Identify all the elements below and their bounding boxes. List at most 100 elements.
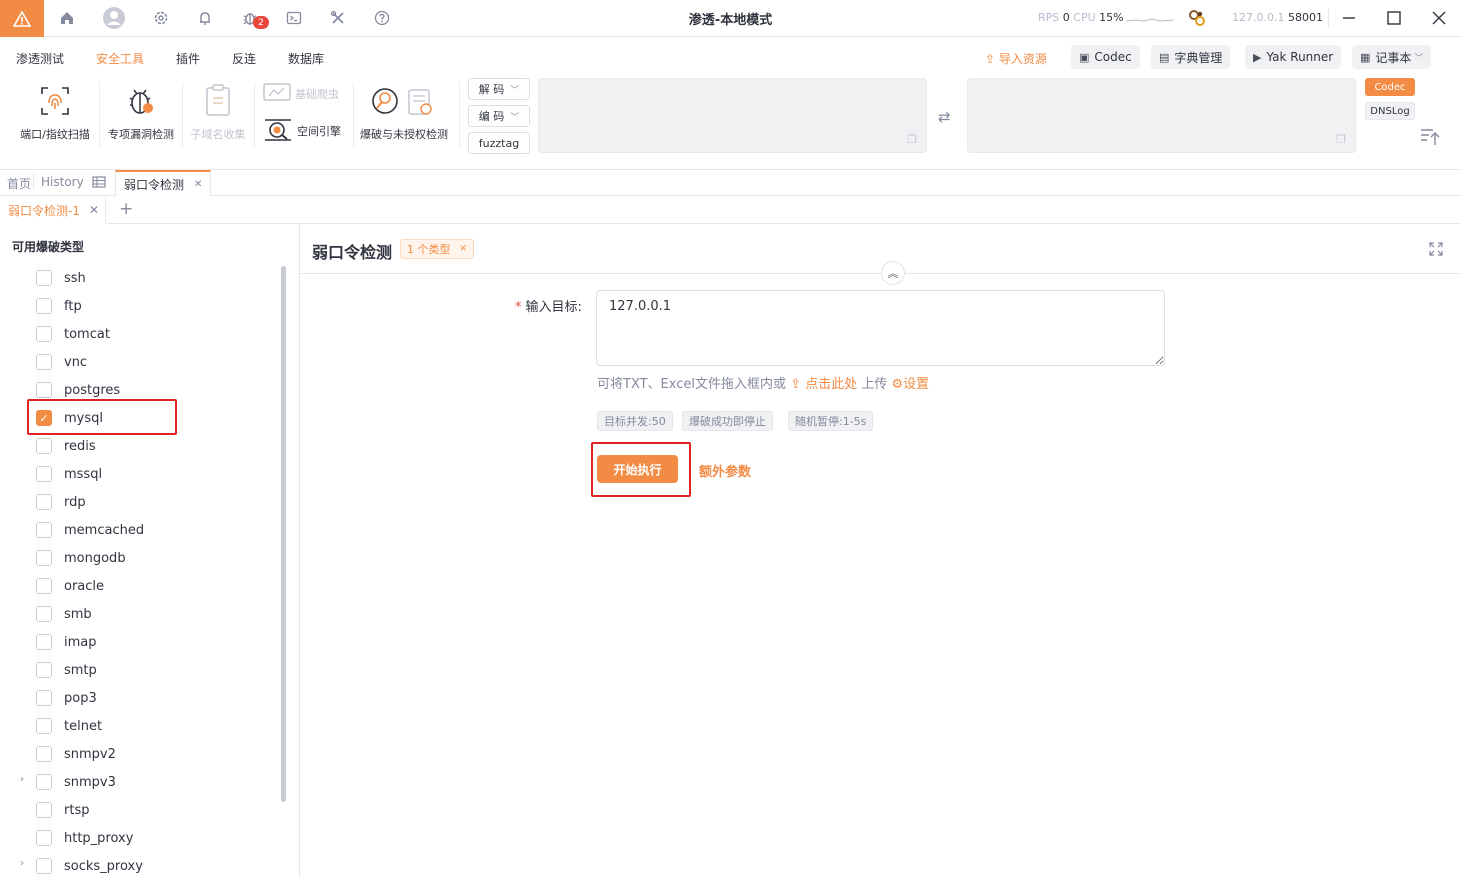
checkbox[interactable] (36, 774, 52, 790)
add-tab-icon[interactable]: + (119, 199, 133, 219)
side-codec-button[interactable]: Codec (1365, 78, 1415, 96)
help-icon[interactable] (370, 6, 394, 30)
menu-item-security-tools[interactable]: 安全工具 (96, 50, 144, 67)
type-item-imap[interactable]: imap (36, 632, 97, 652)
checkbox[interactable] (36, 522, 52, 538)
target-input[interactable] (596, 290, 1165, 366)
scrollbar[interactable] (281, 266, 286, 802)
checkbox[interactable] (36, 382, 52, 398)
type-item-snmpv3[interactable]: snmpv3 (36, 772, 116, 792)
type-item-telnet[interactable]: telnet (36, 716, 102, 736)
type-item-tomcat[interactable]: tomcat (36, 324, 110, 344)
collapse-toolbar-icon[interactable] (1420, 128, 1440, 149)
menu-item-plugins[interactable]: 插件 (176, 50, 200, 67)
checkbox[interactable] (36, 858, 52, 874)
expand-chevron-icon[interactable]: › (20, 774, 24, 785)
checkbox[interactable] (36, 690, 52, 706)
tool-subdomain[interactable]: 子域名收集 (186, 82, 250, 142)
codec-input-box[interactable]: ❐ (538, 78, 927, 153)
home-icon[interactable] (55, 6, 79, 30)
gear-icon[interactable] (149, 6, 173, 30)
checkbox[interactable] (36, 438, 52, 454)
type-count-tag[interactable]: 1 个类型 ✕ (400, 239, 475, 259)
checkbox[interactable] (36, 746, 52, 762)
type-item-ssh[interactable]: ssh (36, 268, 86, 288)
maximize-button[interactable] (1380, 6, 1408, 30)
menu-item-database[interactable]: 数据库 (288, 50, 324, 67)
type-item-ftp[interactable]: ftp (36, 296, 82, 316)
type-item-rdp[interactable]: rdp (36, 492, 86, 512)
type-item-smb[interactable]: smb (36, 604, 92, 624)
dictionary-button[interactable]: ▤ 字典管理 (1151, 45, 1231, 69)
swap-icon[interactable]: ⇄ (938, 108, 951, 126)
checkbox[interactable] (36, 326, 52, 342)
type-item-vnc[interactable]: vnc (36, 352, 87, 372)
checkbox[interactable] (36, 354, 52, 370)
tab-home[interactable]: 首页 (7, 175, 31, 192)
checkbox[interactable] (36, 662, 52, 678)
tool-bruteforce[interactable]: 爆破与未授权检测 (357, 82, 451, 142)
codec-button[interactable]: ▣ Codec (1071, 45, 1140, 69)
type-item-mssql[interactable]: mssql (36, 464, 102, 484)
type-item-pop3[interactable]: pop3 (36, 688, 97, 708)
type-item-http_proxy[interactable]: http_proxy (36, 828, 133, 848)
checkbox[interactable] (36, 634, 52, 650)
settings-link[interactable]: ⚙设置 (892, 377, 930, 392)
tab-weak-password[interactable]: 弱口令检测 ✕ (115, 170, 212, 197)
copy-icon[interactable]: ❐ (1336, 133, 1346, 146)
yak-runner-button[interactable]: ▶ Yak Runner (1245, 45, 1342, 69)
subtab-weak-password-1[interactable]: 弱口令检测-1 ✕ (0, 197, 106, 224)
close-icon[interactable]: ✕ (89, 203, 99, 217)
tool-space-engine[interactable]: 空间引擎 (263, 117, 349, 145)
expand-chevron-icon[interactable]: › (20, 858, 24, 869)
checkbox[interactable] (36, 718, 52, 734)
checkbox[interactable] (36, 802, 52, 818)
checkbox[interactable] (36, 550, 52, 566)
bell-icon[interactable] (193, 6, 217, 30)
close-button[interactable] (1425, 6, 1453, 30)
checkbox[interactable] (36, 466, 52, 482)
minimize-button[interactable] (1335, 6, 1363, 30)
tool-port-scan[interactable]: 端口/指纹扫描 (16, 82, 94, 142)
menu-item-pentest[interactable]: 渗透测试 (16, 50, 64, 67)
avatar-icon[interactable] (101, 5, 127, 31)
checkbox[interactable] (36, 606, 52, 622)
type-item-postgres[interactable]: postgres (36, 380, 120, 400)
terminal-icon[interactable] (282, 6, 306, 30)
start-button[interactable]: 开始执行 (597, 455, 678, 483)
import-resource-button[interactable]: ⇪ 导入资源 (985, 50, 1047, 67)
encode-select[interactable]: 编 码 ﹀ (468, 105, 530, 127)
checkbox[interactable] (36, 494, 52, 510)
tool-crawler[interactable]: 基础爬虫 (263, 82, 349, 106)
close-icon[interactable]: ✕ (460, 244, 468, 254)
checkbox[interactable] (36, 830, 52, 846)
checkbox[interactable] (36, 270, 52, 286)
tools-icon[interactable] (326, 6, 350, 30)
close-icon[interactable]: ✕ (194, 179, 202, 190)
type-item-redis[interactable]: redis (36, 436, 96, 456)
checkbox[interactable] (36, 578, 52, 594)
type-item-oracle[interactable]: oracle (36, 576, 104, 596)
upload-link[interactable]: ⇪ 点击此处 (790, 377, 857, 392)
side-dnslog-button[interactable]: DNSLog (1365, 102, 1415, 120)
type-item-memcached[interactable]: memcached (36, 520, 144, 540)
codec-output-box[interactable]: ❐ (967, 78, 1356, 153)
type-item-mongodb[interactable]: mongodb (36, 548, 126, 568)
extra-params-link[interactable]: 额外参数 (699, 461, 751, 480)
collapse-up-icon[interactable]: ︽ (881, 261, 905, 285)
tab-history[interactable]: History (41, 175, 84, 189)
decode-select[interactable]: 解 码 ﹀ (468, 78, 530, 100)
type-item-snmpv2[interactable]: snmpv2 (36, 744, 116, 764)
fuzztag-button[interactable]: fuzztag (468, 132, 530, 154)
tool-vuln-detect[interactable]: 专项漏洞检测 (104, 82, 178, 142)
type-item-rtsp[interactable]: rtsp (36, 800, 89, 820)
table-icon[interactable] (92, 175, 106, 192)
type-item-smtp[interactable]: smtp (36, 660, 97, 680)
menu-item-reverse[interactable]: 反连 (232, 50, 256, 67)
copy-icon[interactable]: ❐ (907, 133, 917, 146)
checkbox[interactable] (36, 298, 52, 314)
notepad-button[interactable]: ▦ 记事本 ﹀ (1352, 45, 1432, 69)
app-logo-icon[interactable] (0, 0, 44, 37)
fullscreen-icon[interactable] (1429, 242, 1443, 259)
type-item-socks_proxy[interactable]: socks_proxy (36, 856, 143, 876)
